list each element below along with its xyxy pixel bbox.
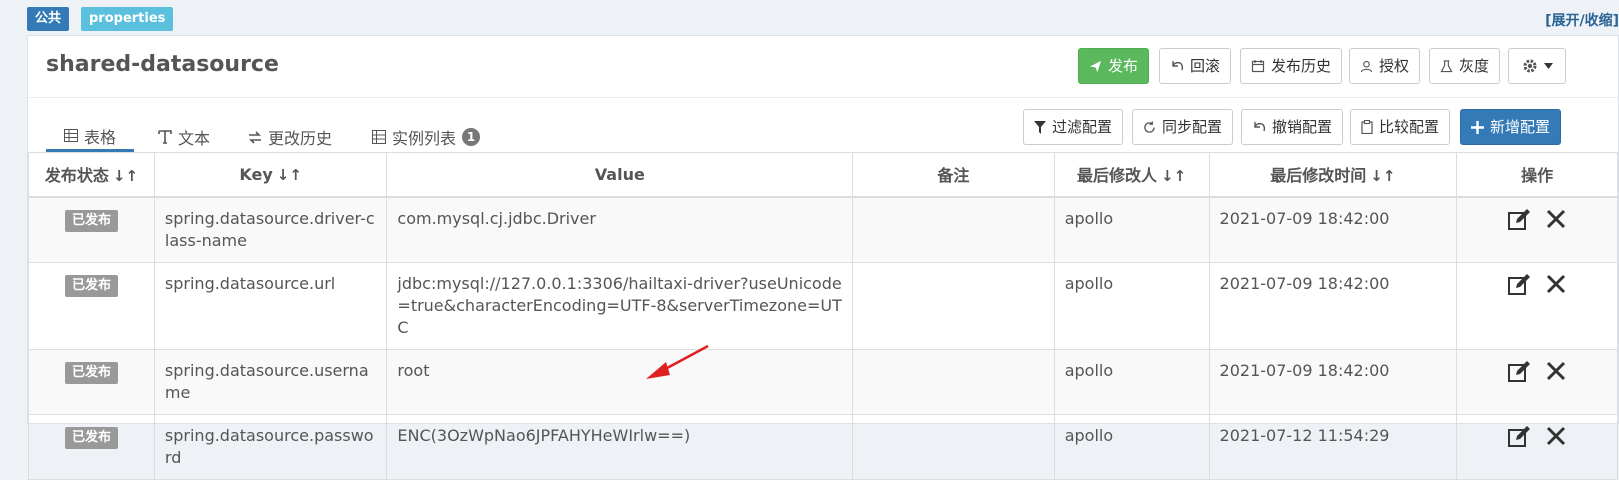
config-modified-time: 2021-07-09 18:42:00 — [1208, 196, 1458, 263]
annotation-arrow-icon — [646, 344, 709, 379]
status-badge: 已发布 — [64, 361, 118, 384]
table-icon — [63, 129, 78, 142]
tab-table[interactable]: 表格 — [46, 122, 134, 152]
config-modifier: apollo — [1053, 413, 1210, 480]
send-icon — [1089, 60, 1102, 72]
col-header-modified-time[interactable]: 最后修改时间 ↓↑ — [1208, 152, 1458, 198]
config-value: ENC(3OzWpNao6JPFAHYHeWIrlw==) — [386, 413, 854, 480]
rollback-button[interactable]: 回滚 — [1159, 48, 1232, 84]
edit-icon[interactable] — [1507, 208, 1531, 232]
publish-button[interactable]: 发布 — [1078, 48, 1150, 84]
config-modified-time: 2021-07-09 18:42:00 — [1208, 261, 1458, 350]
config-value: com.mysql.cj.jdbc.Driver — [386, 196, 854, 263]
calendar-icon — [1251, 60, 1265, 73]
authorize-button[interactable]: 授权 — [1349, 48, 1421, 84]
namespace-title: shared-datasource — [46, 52, 279, 77]
instances-count-badge: 1 — [462, 128, 481, 146]
caret-down-icon — [1543, 63, 1553, 69]
col-header-operations: 操作 — [1456, 152, 1618, 198]
table-row: 已发布 spring.datasource.url jdbc:mysql://1… — [28, 261, 1618, 350]
history-icon — [249, 130, 261, 144]
edit-icon[interactable] — [1507, 360, 1531, 384]
tab-text[interactable]: 文本 — [158, 122, 210, 152]
revoke-config-button[interactable]: 撤销配置 — [1241, 109, 1344, 145]
filter-icon — [1034, 120, 1046, 134]
status-badge: 已发布 — [64, 274, 118, 297]
config-key: spring.datasource.url — [153, 261, 388, 350]
col-header-comment: 备注 — [852, 152, 1055, 198]
sort-icon[interactable]: ↓↑ — [1161, 167, 1186, 185]
flask-icon — [1440, 59, 1453, 72]
expand-collapse-link[interactable]: [展开/收缩] — [1545, 10, 1619, 30]
config-value: root — [386, 348, 854, 415]
delete-icon[interactable] — [1545, 425, 1567, 447]
sort-icon[interactable]: ↓↑ — [113, 167, 138, 185]
col-header-modifier[interactable]: 最后修改人 ↓↑ — [1053, 152, 1210, 198]
plus-icon — [1471, 120, 1484, 134]
sync-config-button[interactable]: 同步配置 — [1132, 109, 1234, 145]
public-tag: 公共 — [27, 7, 70, 31]
delete-icon[interactable] — [1545, 208, 1567, 230]
config-table: 发布状态 ↓↑ Key ↓↑ Value 备注 最后修改人 ↓↑ 最后修改时间 ↓↑ 操… — [28, 152, 1618, 480]
sort-icon[interactable]: ↓↑ — [1370, 167, 1395, 185]
config-key: spring.datasource.username — [153, 348, 388, 415]
sort-icon[interactable]: ↓↑ — [277, 166, 302, 184]
delete-icon[interactable] — [1545, 273, 1567, 295]
undo-icon — [1172, 61, 1184, 71]
config-key: spring.datasource.password — [153, 413, 388, 480]
top-bar: 公共 properties [展开/收缩] — [0, 0, 1619, 34]
clipboard-icon — [1361, 120, 1373, 134]
config-modifier: apollo — [1053, 261, 1210, 350]
user-icon — [1360, 60, 1373, 72]
config-modified-time: 2021-07-09 18:42:00 — [1208, 348, 1458, 415]
status-badge: 已发布 — [64, 209, 118, 232]
edit-icon[interactable] — [1507, 273, 1531, 297]
gear-icon — [1523, 59, 1536, 73]
settings-dropdown[interactable] — [1508, 48, 1566, 84]
table-row: 已发布 spring.datasource.driver-class-name … — [28, 196, 1618, 263]
col-header-key[interactable]: Key ↓↑ — [153, 152, 388, 198]
config-modifier: apollo — [1053, 196, 1210, 263]
config-key: spring.datasource.driver-class-name — [153, 196, 388, 263]
delete-icon[interactable] — [1545, 360, 1567, 382]
table-row: 已发布 spring.datasource.username root apol… — [28, 348, 1618, 415]
config-modified-time: 2021-07-12 11:54:29 — [1208, 413, 1458, 480]
tab-instances[interactable]: 实例列表 1 — [372, 122, 481, 152]
config-comment — [852, 413, 1055, 480]
namespace-panel: shared-datasource 发布 回滚 发布历史 授权 灰度 表格 文本… — [27, 35, 1619, 480]
undo-icon — [1254, 122, 1266, 132]
col-header-value: Value — [386, 152, 854, 198]
refresh-icon — [1144, 120, 1155, 133]
col-header-status[interactable]: 发布状态 ↓↑ — [28, 152, 155, 198]
config-value: jdbc:mysql://127.0.0.1:3306/hailtaxi-dri… — [386, 261, 854, 350]
filter-config-button[interactable]: 过滤配置 — [1023, 109, 1124, 145]
table-row: 已发布 spring.datasource.password ENC(3OzWp… — [28, 413, 1618, 480]
gray-release-button[interactable]: 灰度 — [1429, 48, 1501, 84]
compare-config-button[interactable]: 比较配置 — [1350, 109, 1451, 145]
publish-history-button[interactable]: 发布历史 — [1240, 48, 1343, 84]
config-comment — [852, 196, 1055, 263]
status-badge: 已发布 — [64, 426, 118, 449]
tab-change-history[interactable]: 更改历史 — [248, 122, 332, 152]
config-comment — [852, 261, 1055, 350]
text-icon — [158, 130, 172, 144]
config-modifier: apollo — [1053, 348, 1210, 415]
table-header-row: 发布状态 ↓↑ Key ↓↑ Value 备注 最后修改人 ↓↑ 最后修改时间 ↓↑ 操… — [28, 152, 1618, 198]
instances-icon — [372, 130, 386, 144]
edit-icon[interactable] — [1507, 425, 1531, 449]
config-comment — [852, 348, 1055, 415]
format-tag: properties — [81, 7, 174, 31]
add-config-button[interactable]: 新增配置 — [1460, 109, 1562, 145]
panel-header: shared-datasource 发布 回滚 发布历史 授权 灰度 — [28, 36, 1618, 98]
